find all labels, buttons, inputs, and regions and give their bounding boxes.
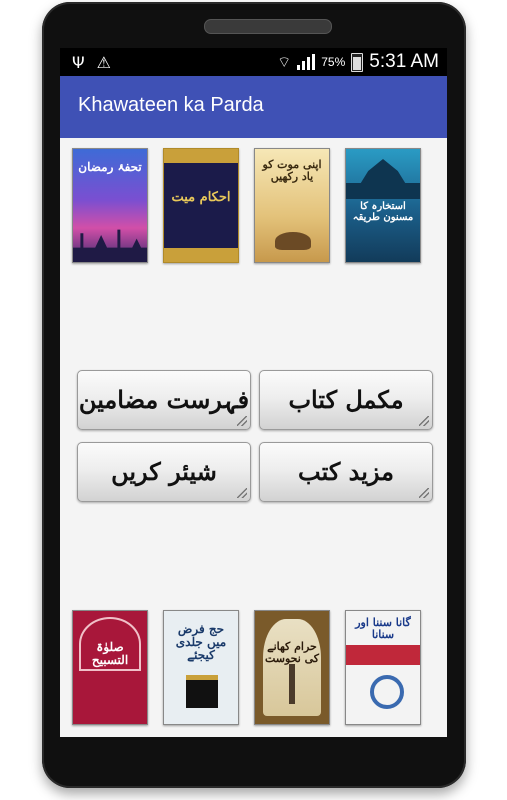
mosque-silhouette-icon [73, 229, 147, 262]
book-title: گانا سننا اور سنانا [355, 616, 411, 642]
index-button-label: فہرست مضامین [78, 385, 250, 414]
book-cover-tohfa-ramzan[interactable]: تحفۂ رمضان [72, 148, 148, 263]
resize-grip-icon [237, 488, 247, 498]
battery-icon [351, 52, 364, 72]
clock: 5:31 AM [369, 51, 439, 72]
book-title: حرام کھانے کی نحوست [264, 640, 320, 666]
book-cover-istikhara[interactable]: استخارہ کا مسنون طریقہ [345, 148, 421, 263]
usb-icon: Ψ [72, 53, 85, 72]
tree-icon [289, 664, 295, 704]
more-books-button-label: مزید کتب [298, 457, 394, 486]
share-button[interactable]: شیئر کریں [77, 442, 251, 502]
book-title: حج فرض میں جلدی کیجئے [175, 622, 227, 663]
book-cover-gana-sunna[interactable]: گانا سننا اور سنانا [345, 610, 421, 725]
book-title: احکام میت [171, 190, 231, 205]
book-cover-ahkam-mayyit[interactable]: احکام میت [163, 148, 239, 263]
full-book-button[interactable]: مکمل کتاب [259, 370, 433, 430]
mosque-dome-icon [346, 159, 420, 199]
book-cover-hajj-farz[interactable]: حج فرض میں جلدی کیجئے [163, 610, 239, 725]
share-button-label: شیئر کریں [111, 457, 217, 486]
book-title: صلوٰۃ التسبیح [91, 640, 129, 668]
red-band [346, 645, 420, 665]
signal-icon [297, 54, 316, 70]
status-bar: Ψ ⚠ ⌔ 75% 5:31 AM [60, 48, 447, 76]
battery-percent: 75% [321, 55, 346, 69]
decorative-band [164, 248, 238, 262]
app-title: Khawateen ka Parda [78, 94, 264, 116]
full-book-button-label: مکمل کتاب [288, 385, 404, 414]
wifi-icon: ⌔ [277, 53, 292, 71]
book-cover-haram-khana[interactable]: حرام کھانے کی نحوست [254, 610, 330, 725]
book-title: استخارہ کا مسنون طریقہ [352, 201, 414, 223]
resize-grip-icon [237, 416, 247, 426]
index-button[interactable]: فہرست مضامین [77, 370, 251, 430]
figure-illustration [275, 232, 311, 250]
speaker-grille [204, 19, 332, 34]
decorative-band [164, 149, 238, 163]
kaaba-icon [186, 675, 218, 708]
warning-icon: ⚠ [96, 53, 111, 72]
resize-grip-icon [419, 488, 429, 498]
book-cover-maut-yaad[interactable]: اپنی موت کو یاد رکھیں [254, 148, 330, 263]
resize-grip-icon [419, 416, 429, 426]
more-books-button[interactable]: مزید کتب [259, 442, 433, 502]
device-screen: Ψ ⚠ ⌔ 75% 5:31 AM Khawateen ka Parda تحف… [60, 48, 447, 737]
app-bar: Khawateen ka Parda [60, 76, 447, 138]
book-title: تحفۂ رمضان [78, 160, 142, 174]
book-cover-salatul-tasbeeh[interactable]: صلوٰۃ التسبیح [72, 610, 148, 725]
book-title: اپنی موت کو یاد رکھیں [262, 158, 322, 184]
ornament-icon [370, 675, 404, 709]
